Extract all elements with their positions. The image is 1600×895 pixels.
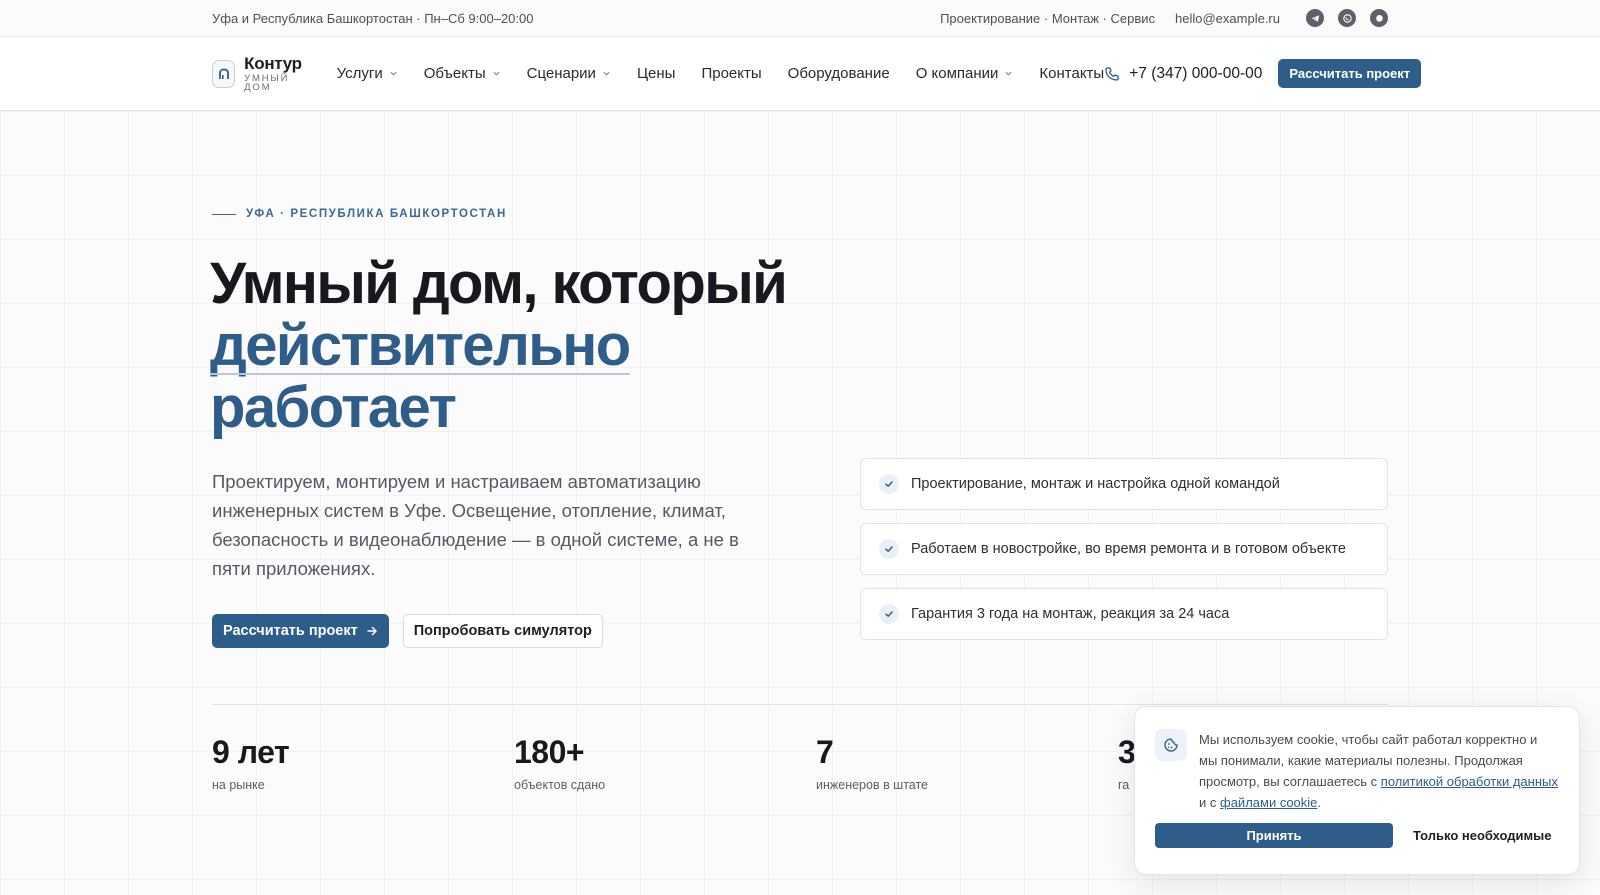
stats-divider	[212, 704, 1388, 705]
stat-label: на рынке	[212, 778, 265, 792]
feature-item: Гарантия 3 года на монтаж, реакция за 24…	[860, 588, 1388, 640]
main-header: Контур УМНЫЙ ДОМ Услуги Объекты Сценарии…	[0, 37, 1600, 111]
arrow-right-icon	[366, 626, 377, 636]
location-hours: Уфа и Республика Башкортостан · Пн–Сб 9:…	[212, 10, 534, 26]
top-bar: Уфа и Республика Башкортостан · Пн–Сб 9:…	[0, 0, 1600, 37]
chevron-down-icon	[492, 71, 500, 76]
whatsapp-icon[interactable]	[1338, 9, 1356, 27]
simulator-button[interactable]: Попробовать симулятор	[402, 614, 603, 648]
stat-label: инженеров в штате	[816, 778, 929, 792]
email-link[interactable]: hello@example.ru	[1175, 11, 1280, 26]
feature-list: Проектирование, монтаж и настройка одной…	[860, 458, 1388, 640]
stat-label: объектов сдано	[514, 778, 606, 792]
stat-item: 7 инженеров в штате	[816, 732, 1118, 792]
stat-item: 9 лет на рынке	[212, 732, 514, 792]
nav-item-about[interactable]: О компании	[916, 65, 1014, 82]
nav-item-scenarios[interactable]: Сценарии	[527, 65, 611, 82]
cookie-accept-button[interactable]: Принять	[1155, 823, 1393, 848]
main-nav: Услуги Объекты Сценарии Цены Проекты Обо…	[337, 65, 1105, 82]
header-calc-button[interactable]: Рассчитать проект	[1278, 59, 1422, 88]
stat-value: 9 лет	[212, 734, 290, 770]
chevron-down-icon	[603, 71, 610, 76]
hero-title: Умный дом, который действительно работае…	[210, 253, 830, 439]
hero-lead: Проектируем, монтируем и настраиваем авт…	[212, 471, 739, 579]
check-icon	[879, 474, 899, 494]
check-icon	[879, 604, 899, 624]
telegram-icon[interactable]	[1306, 9, 1324, 27]
chat-icon[interactable]	[1370, 9, 1388, 27]
cookie-text: Мы используем cookie, чтобы сайт работал…	[1199, 732, 1558, 810]
nav-item-projects[interactable]: Проекты	[701, 65, 761, 82]
logo-subtitle: УМНЫЙ ДОМ	[244, 72, 290, 93]
feature-item: Проектирование, монтаж и настройка одной…	[860, 458, 1388, 510]
stat-item: 180+ объектов сдано	[514, 732, 816, 792]
privacy-policy-link[interactable]: политикой обработки данных	[1381, 774, 1558, 789]
nav-item-prices[interactable]: Цены	[637, 65, 676, 82]
hero-title-accent: действительно	[210, 313, 631, 378]
logo-icon	[212, 59, 236, 88]
nav-item-services[interactable]: Услуги	[337, 65, 398, 82]
phone-icon	[1105, 66, 1119, 81]
cookie-necessary-button[interactable]: Только необходимые	[1413, 828, 1551, 843]
nav-item-objects[interactable]: Объекты	[424, 65, 501, 82]
nav-item-equipment[interactable]: Оборудование	[788, 65, 890, 82]
stat-value: 180+	[514, 734, 585, 770]
feature-item: Работаем в новостройке, во время ремонта…	[860, 523, 1388, 575]
hero-cta-group: Рассчитать проект Попробовать симулятор	[212, 614, 603, 648]
eyebrow-line	[212, 213, 236, 215]
hero-eyebrow: УФА · РЕСПУБЛИКА БАШКОРТОСТАН	[212, 208, 507, 220]
services-text: Проектирование · Монтаж · Сервис	[940, 10, 1156, 26]
phone-link[interactable]: +7 (347) 000-00-00	[1104, 65, 1262, 83]
hero-title-accent-2: работает	[210, 375, 457, 440]
stat-value: 7	[816, 734, 834, 770]
nav-item-contacts[interactable]: Контакты	[1039, 65, 1104, 82]
cookie-icon	[1155, 729, 1187, 761]
chevron-down-icon	[1005, 71, 1013, 76]
hero-calc-button[interactable]: Рассчитать проект	[212, 614, 389, 648]
cookie-policy-link[interactable]: файлами cookie	[1220, 795, 1317, 810]
check-icon	[879, 539, 899, 559]
cookie-banner: Мы используем cookie, чтобы сайт работал…	[1134, 706, 1580, 875]
logo-name: Контур	[244, 53, 302, 73]
logo[interactable]: Контур УМНЫЙ ДОМ	[212, 55, 307, 93]
chevron-down-icon	[390, 71, 397, 76]
